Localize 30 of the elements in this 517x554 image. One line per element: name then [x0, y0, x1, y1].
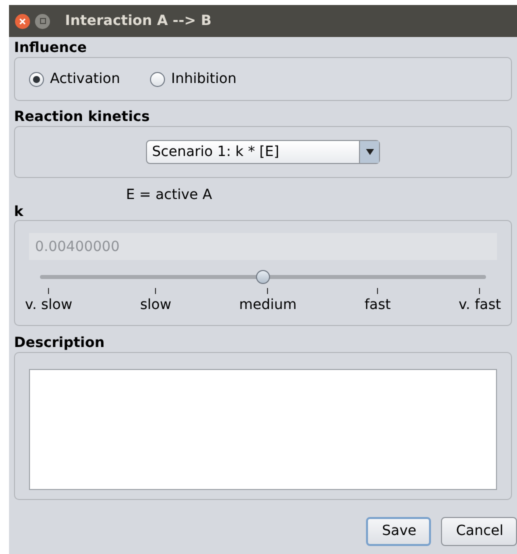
save-button[interactable]: Save [366, 517, 431, 546]
maximize-icon[interactable] [35, 14, 50, 28]
cancel-button[interactable]: Cancel [441, 517, 517, 546]
formula-note: E = active A [126, 186, 212, 204]
tick-mark [377, 288, 378, 294]
radio-button[interactable] [150, 72, 166, 86]
radio-label[interactable]: Activation [50, 68, 120, 90]
tick-mark [267, 288, 268, 294]
tick-label: medium [239, 296, 297, 314]
radio-option[interactable]: Activation [29, 68, 120, 90]
tick-mark [479, 288, 480, 294]
caret-icon [359, 141, 379, 163]
section-label: k [14, 204, 24, 220]
tick-mark [48, 288, 50, 294]
section-label: Reaction kinetics [14, 108, 150, 126]
tick-mark [155, 288, 156, 294]
radio-option[interactable]: Inhibition [150, 68, 236, 90]
description-text-area[interactable] [29, 369, 497, 490]
speed-slider[interactable] [40, 270, 486, 284]
tick-label: slow [140, 296, 172, 314]
scenario-dropdown[interactable]: Scenario 1: k * [E] [146, 140, 380, 164]
tick-label: fast [364, 296, 391, 314]
section-label: Influence [14, 39, 87, 57]
radio-label[interactable]: Inhibition [171, 68, 236, 90]
radio-button[interactable] [29, 72, 44, 86]
close-icon[interactable] [15, 14, 30, 28]
tick-label: v. fast [458, 296, 501, 314]
window-title: Interaction A --> B [65, 12, 212, 30]
tick-label: v. slow [25, 296, 72, 314]
section-label: Description [14, 334, 105, 352]
